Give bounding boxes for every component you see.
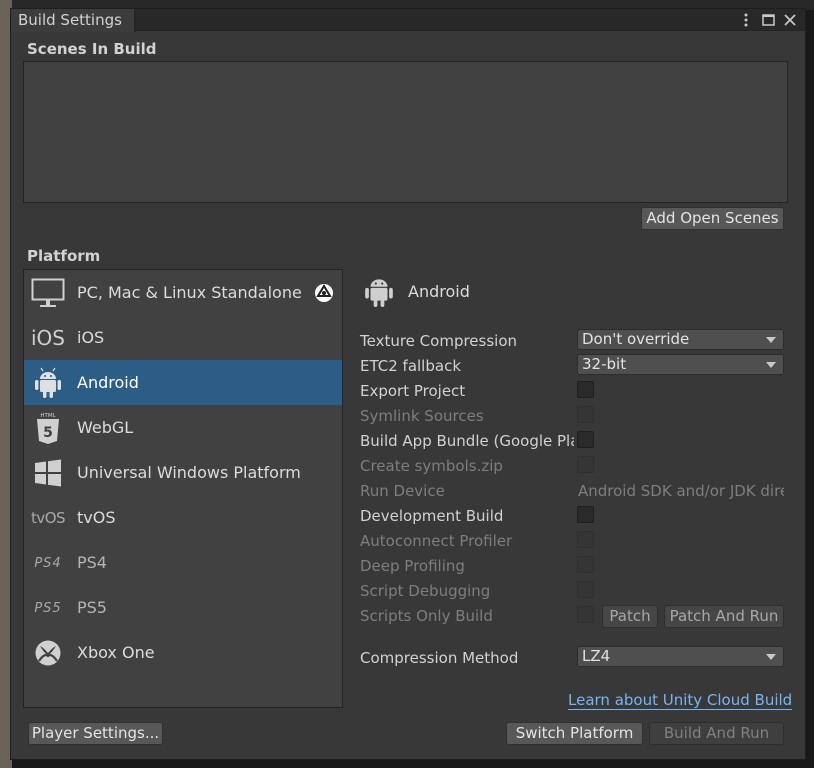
ios-icon: iOS <box>31 326 65 350</box>
platform-item-ps4[interactable]: PS4 PS4 <box>24 540 342 585</box>
maximize-icon[interactable] <box>761 10 775 30</box>
platform-list: PC, Mac & Linux Standalone iOS iOS Andro… <box>23 269 343 708</box>
patch-and-run-button[interactable]: Patch And Run <box>664 605 784 628</box>
more-options-icon[interactable] <box>739 10 753 30</box>
etc2-fallback-dropdown[interactable]: 32-bit <box>577 354 784 375</box>
etc2-fallback-label: ETC2 fallback <box>360 357 462 375</box>
platform-item-label: WebGL <box>77 418 134 437</box>
development-build-checkbox[interactable] <box>577 506 594 523</box>
scenes-in-build-list[interactable] <box>23 61 788 203</box>
platform-item-label: PC, Mac & Linux Standalone <box>77 283 302 302</box>
platform-item-label: Xbox One <box>77 643 155 662</box>
platform-item-standalone[interactable]: PC, Mac & Linux Standalone <box>24 270 342 315</box>
script-debugging-checkbox[interactable] <box>577 581 594 598</box>
platform-item-label: Universal Windows Platform <box>77 463 301 482</box>
platform-item-android[interactable]: Android <box>24 360 342 405</box>
create-symbols-label: Create symbols.zip <box>360 457 503 475</box>
ps4-icon: PS4 <box>34 555 62 571</box>
texture-compression-label: Texture Compression <box>360 332 518 350</box>
add-open-scenes-button[interactable]: Add Open Scenes <box>641 207 784 230</box>
deep-profiling-checkbox[interactable] <box>577 556 594 573</box>
autoconnect-profiler-checkbox[interactable] <box>577 531 594 548</box>
html5-icon: HTML 5 <box>30 412 66 444</box>
scripts-only-build-checkbox[interactable] <box>577 606 594 623</box>
xbox-icon <box>30 637 66 669</box>
development-build-label: Development Build <box>360 507 504 525</box>
ps5-icon: PS5 <box>34 600 62 616</box>
platform-item-ps5[interactable]: PS5 PS5 <box>24 585 342 630</box>
platform-item-label: tvOS <box>77 508 116 527</box>
platform-item-label: Android <box>77 373 139 392</box>
scenes-in-build-heading: Scenes In Build <box>27 40 157 58</box>
cloud-build-link[interactable]: Learn about Unity Cloud Build <box>568 691 793 710</box>
platform-item-label: iOS <box>77 328 105 347</box>
chevron-down-icon <box>766 654 776 660</box>
monitor-icon <box>30 277 66 309</box>
window-tab[interactable]: Build Settings <box>11 9 135 32</box>
export-project-checkbox[interactable] <box>577 381 594 398</box>
platform-item-label: PS5 <box>77 598 107 617</box>
compression-method-dropdown[interactable]: LZ4 <box>577 646 784 667</box>
build-and-run-button[interactable]: Build And Run <box>649 722 784 745</box>
unity-logo-icon <box>314 283 334 307</box>
create-symbols-checkbox[interactable] <box>577 456 594 473</box>
android-header-icon <box>363 274 395 312</box>
scripts-only-build-label: Scripts Only Build <box>360 607 493 625</box>
compression-method-label: Compression Method <box>360 649 519 667</box>
settings-platform-title: Android <box>408 282 470 301</box>
run-device-value: Android SDK and/or JDK dire <box>578 482 784 500</box>
windows-icon <box>30 457 66 489</box>
build-app-bundle-checkbox[interactable] <box>577 431 594 448</box>
symlink-sources-label: Symlink Sources <box>360 407 484 425</box>
platform-item-ios[interactable]: iOS iOS <box>24 315 342 360</box>
platform-item-uwp[interactable]: Universal Windows Platform <box>24 450 342 495</box>
patch-button[interactable]: Patch <box>602 605 658 628</box>
chevron-down-icon <box>766 362 776 368</box>
platform-item-label: PS4 <box>77 553 107 572</box>
script-debugging-label: Script Debugging <box>360 582 491 600</box>
symlink-sources-checkbox[interactable] <box>577 406 594 423</box>
close-icon[interactable] <box>783 10 797 30</box>
platform-item-webgl[interactable]: HTML 5 WebGL <box>24 405 342 450</box>
switch-platform-button[interactable]: Switch Platform <box>506 722 643 745</box>
platform-item-xbox-one[interactable]: Xbox One <box>24 630 342 675</box>
svg-text:HTML: HTML <box>40 413 56 419</box>
deep-profiling-label: Deep Profiling <box>360 557 465 575</box>
autoconnect-profiler-label: Autoconnect Profiler <box>360 532 513 550</box>
build-app-bundle-label: Build App Bundle (Google Play) <box>360 432 574 450</box>
svg-text:5: 5 <box>43 425 53 441</box>
platform-item-tvos[interactable]: tvOS tvOS <box>24 495 342 540</box>
tvos-icon: tvOS <box>30 509 66 527</box>
android-icon <box>30 367 66 399</box>
platform-heading: Platform <box>27 247 101 265</box>
texture-compression-dropdown[interactable]: Don't override <box>577 329 784 350</box>
title-bar: Build Settings <box>11 9 805 32</box>
player-settings-button[interactable]: Player Settings... <box>28 722 163 745</box>
run-device-label: Run Device <box>360 482 445 500</box>
chevron-down-icon <box>766 337 776 343</box>
build-settings-window: Build Settings Scenes In Build Add Open … <box>10 8 806 760</box>
export-project-label: Export Project <box>360 382 466 400</box>
